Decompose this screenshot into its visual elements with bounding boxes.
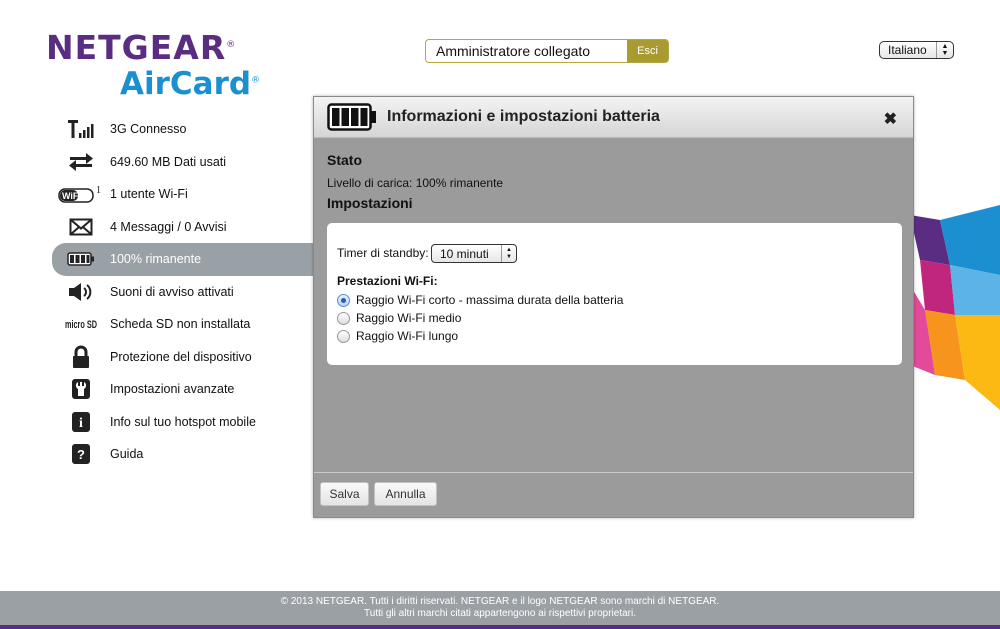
standby-timer-select[interactable]: 10 minuti ▲ ▼ xyxy=(431,244,517,263)
sidebar-item-about[interactable]: i Info sul tuo hotspot mobile xyxy=(52,406,314,439)
standby-timer-value: 10 minuti xyxy=(440,246,489,261)
close-icon[interactable]: ✖ xyxy=(884,109,897,129)
info-icon: i xyxy=(52,406,110,439)
select-arrows-icon: ▲ ▼ xyxy=(501,245,516,262)
sidebar-item-messages[interactable]: 4 Messaggi / 0 Avvisi xyxy=(52,211,314,244)
wifi-range-medium-option[interactable]: Raggio Wi-Fi medio xyxy=(337,311,461,325)
save-button[interactable]: Salva xyxy=(320,482,369,506)
logo-brand: NETGEAR® xyxy=(46,28,237,67)
wifi-icon-text: WiFi xyxy=(62,191,81,201)
sidebar-item-sounds[interactable]: Suoni di avviso attivati xyxy=(52,276,314,309)
sidebar-item-label: Impostazioni avanzate xyxy=(110,382,235,397)
radio-label: Raggio Wi-Fi medio xyxy=(356,311,462,325)
dialog-title: Informazioni e impostazioni batteria xyxy=(387,108,660,125)
wrench-icon xyxy=(52,373,110,406)
sidebar-item-sd-card[interactable]: micro SD Scheda SD non installata xyxy=(52,308,314,341)
sidebar-item-label: Suoni di avviso attivati xyxy=(110,284,234,299)
wifi-user-count-badge: 1 xyxy=(96,185,101,196)
settings-panel: Timer di standby: 10 minuti ▲ ▼ Prestazio… xyxy=(327,223,902,365)
footer-trademarks: Tutti gli altri marchi citati appartengo… xyxy=(364,608,636,619)
sidebar-item-label: Protezione del dispositivo xyxy=(110,349,252,364)
help-icon: ? xyxy=(52,438,110,471)
microsd-icon-text: micro SD xyxy=(65,319,97,331)
logo-product: AirCard® xyxy=(120,66,261,102)
wifi-range-long-option[interactable]: Raggio Wi-Fi lungo xyxy=(337,329,458,343)
footer: © 2013 NETGEAR. Tutti i diritti riservat… xyxy=(0,591,1000,629)
battery-icon xyxy=(52,243,110,276)
sidebar-item-wifi-users[interactable]: WiFi 1 1 utente Wi-Fi xyxy=(52,178,314,211)
help-icon-text: ? xyxy=(77,447,85,462)
info-icon-text: i xyxy=(79,416,83,431)
admin-status-bar: Amministratore collegato Esci xyxy=(425,39,669,63)
sidebar-item-label: Info sul tuo hotspot mobile xyxy=(110,414,256,429)
sidebar-item-label: 4 Messaggi / 0 Avvisi xyxy=(110,219,227,234)
microsd-icon: micro SD xyxy=(52,308,110,341)
footer-copyright: © 2013 NETGEAR. Tutti i diritti riservat… xyxy=(280,596,720,607)
settings-heading: Impostazioni xyxy=(327,195,413,211)
speaker-icon xyxy=(52,276,110,309)
wifi-icon: WiFi 1 xyxy=(52,178,110,211)
language-select-value: Italiano xyxy=(888,43,927,57)
sidebar-item-connection[interactable]: 3G Connesso xyxy=(52,113,314,146)
data-transfer-icon xyxy=(52,146,110,179)
sidebar-item-label: 3G Connesso xyxy=(110,122,187,137)
sidebar-item-label: 1 utente Wi-Fi xyxy=(110,187,188,202)
sidebar-item-battery[interactable]: 100% rimanente xyxy=(52,243,314,276)
radio-label: Raggio Wi-Fi corto - massima durata dell… xyxy=(356,293,624,307)
sidebar-item-label: Scheda SD non installata xyxy=(110,317,251,332)
sidebar: 3G Connesso 649.60 MB Dati usati WiFi 1 1… xyxy=(52,113,314,471)
status-heading: Stato xyxy=(327,152,362,168)
sidebar-item-advanced[interactable]: Impostazioni avanzate xyxy=(52,373,314,406)
sidebar-item-label: Guida xyxy=(110,447,144,462)
sidebar-item-help[interactable]: ? Guida xyxy=(52,438,314,471)
page: NETGEAR® AirCard® Amministratore collega… xyxy=(0,0,1000,629)
radio-button-checked[interactable] xyxy=(337,293,350,307)
charge-level-text: Livello di carica: 100% rimanente xyxy=(327,176,504,190)
lock-icon xyxy=(52,341,110,374)
decorative-shapes xyxy=(910,205,1000,410)
select-arrows-icon: ▲ ▼ xyxy=(936,42,953,58)
dialog-header: Informazioni e impostazioni batteria ✖ xyxy=(314,97,913,138)
wifi-range-short-option[interactable]: Raggio Wi-Fi corto - massima durata dell… xyxy=(337,293,623,307)
dialog-divider xyxy=(314,472,913,473)
admin-status-text: Amministratore collegato xyxy=(436,43,591,59)
battery-dialog: Informazioni e impostazioni batteria ✖ S… xyxy=(313,96,914,518)
battery-full-icon xyxy=(327,103,376,131)
radio-button[interactable] xyxy=(337,311,350,325)
logout-button[interactable]: Esci xyxy=(627,40,668,62)
sidebar-item-data-usage[interactable]: 649.60 MB Dati usati xyxy=(52,146,314,179)
envelope-icon xyxy=(52,211,110,244)
language-select[interactable]: Italiano ▲ ▼ xyxy=(879,41,954,59)
signal-icon xyxy=(52,113,110,146)
netgear-aircard-logo: NETGEAR® AirCard® xyxy=(46,28,260,108)
wifi-performance-label: Prestazioni Wi-Fi: xyxy=(337,274,438,288)
standby-timer-label: Timer di standby: xyxy=(337,246,429,260)
sidebar-item-security[interactable]: Protezione del dispositivo xyxy=(52,341,314,374)
sidebar-item-label: 100% rimanente xyxy=(110,252,202,267)
sidebar-item-label: 649.60 MB Dati usati xyxy=(110,154,227,169)
cancel-button[interactable]: Annulla xyxy=(374,482,437,506)
radio-button[interactable] xyxy=(337,329,350,343)
radio-label: Raggio Wi-Fi lungo xyxy=(356,329,459,343)
